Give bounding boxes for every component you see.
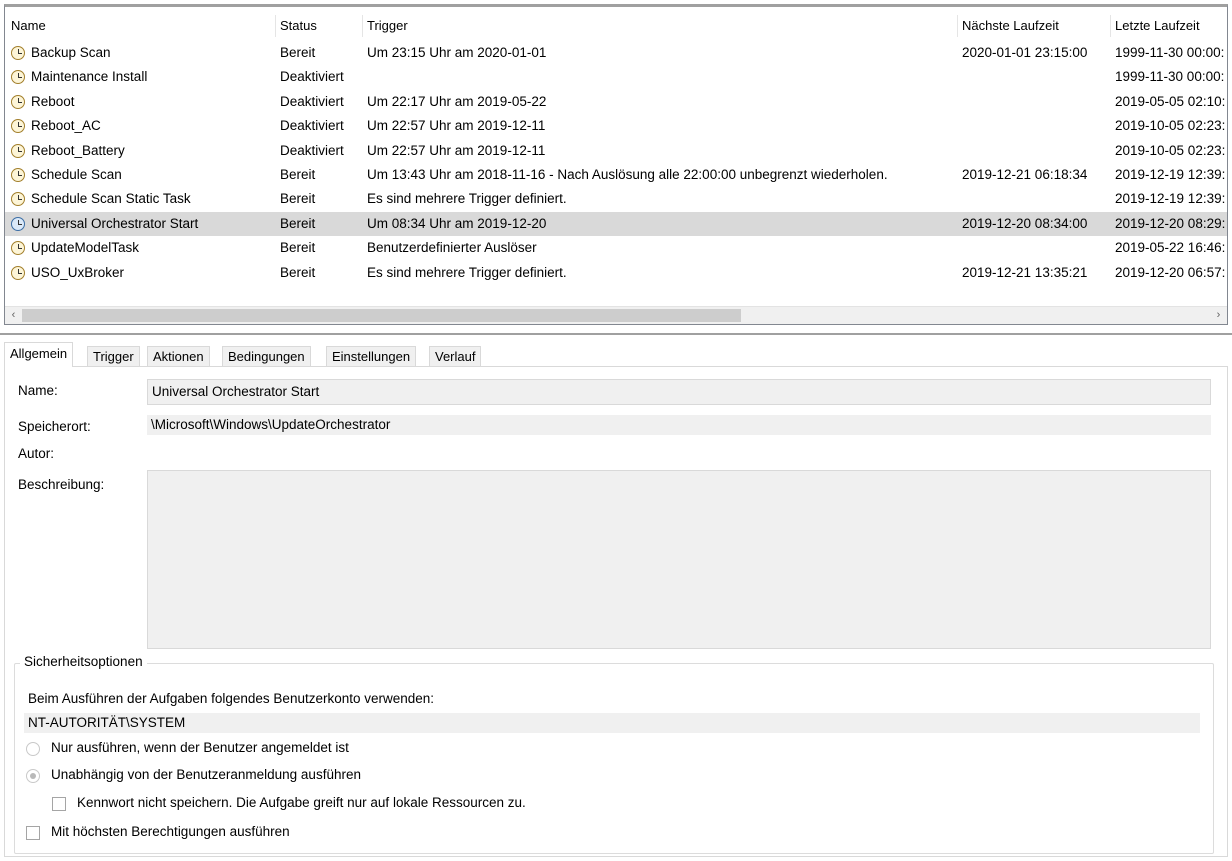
task-next-run xyxy=(958,90,1111,114)
task-next-run: 2019-12-21 06:18:34 xyxy=(962,166,1088,182)
checkbox-no-password-label[interactable]: Kennwort nicht speichern. Die Aufgabe gr… xyxy=(77,795,526,810)
detail-tabs: Allgemein Trigger Aktionen Bedingungen E… xyxy=(4,342,1228,367)
column-header-status[interactable]: Status xyxy=(276,15,363,37)
task-next-run: 2020-01-01 23:15:00 xyxy=(962,45,1088,60)
task-rows: Backup Scan Bereit Um 23:15 Uhr am 2020-01… xyxy=(5,41,1227,285)
checkbox-highest-privileges[interactable] xyxy=(26,826,40,840)
location-field[interactable]: \Microsoft\Windows\UpdateOrchestrator xyxy=(147,415,1211,435)
task-row[interactable]: Backup Scan Bereit Um 23:15 Uhr am 2020-01… xyxy=(5,41,1227,65)
author-label: Autor: xyxy=(18,446,55,461)
task-row[interactable]: UpdateModelTask Bereit Benutzerdefinierter… xyxy=(5,236,1227,260)
description-label: Beschreibung: xyxy=(18,477,105,492)
name-field[interactable]: Universal Orchestrator Start xyxy=(147,379,1211,405)
task-row[interactable]: Reboot_Battery Deaktiviert Um 22:57 Uhr am… xyxy=(5,139,1227,163)
task-name: Reboot_AC xyxy=(31,118,101,134)
task-last-run: 1999-11-30 00:00: xyxy=(1115,69,1225,85)
task-status: Bereit xyxy=(280,166,316,182)
tab-aktionen[interactable]: Aktionen xyxy=(147,346,210,367)
task-status: Bereit xyxy=(280,215,316,231)
task-row[interactable]: Schedule Scan Static Task Bereit Es sind m… xyxy=(5,187,1227,211)
task-last-run: 2019-12-20 06:57: xyxy=(1115,264,1226,280)
task-name: Maintenance Install xyxy=(31,69,148,85)
radio-run-independent-label[interactable]: Unabhängig von der Benutzeranmeldung aus… xyxy=(51,767,361,782)
task-trigger xyxy=(363,65,958,89)
account-label: Beim Ausführen der Aufgaben folgendes Be… xyxy=(28,691,435,706)
task-last-run: 2019-12-20 08:29: xyxy=(1115,215,1226,231)
task-last-run: 2019-05-22 16:46: xyxy=(1115,240,1226,256)
task-trigger: Um 23:15 Uhr am 2020-01-01 xyxy=(367,45,547,60)
task-name: Schedule Scan xyxy=(31,166,122,182)
scroll-left-icon[interactable]: ‹ xyxy=(5,307,22,324)
tab-allgemein[interactable]: Allgemein xyxy=(4,342,74,367)
tab-trigger[interactable]: Trigger xyxy=(87,346,140,367)
task-next-run xyxy=(958,65,1111,89)
task-status: Deaktiviert xyxy=(280,118,344,134)
task-name: Reboot_Battery xyxy=(31,142,125,158)
task-trigger: Benutzerdefinierter Auslöser xyxy=(367,240,537,256)
task-next-run: 2019-12-21 13:35:21 xyxy=(962,264,1088,280)
tab-bedingungen[interactable]: Bedingungen xyxy=(222,346,311,367)
description-textarea[interactable] xyxy=(147,470,1211,649)
task-status: Bereit xyxy=(280,264,316,280)
radio-run-logged-on[interactable] xyxy=(26,742,40,756)
task-last-run: 2019-10-05 02:23: xyxy=(1115,118,1226,134)
task-row[interactable]: Reboot Deaktiviert Um 22:17 Uhr am 2019-05… xyxy=(5,90,1227,114)
task-name: Backup Scan xyxy=(31,45,111,60)
radio-run-independent[interactable] xyxy=(26,769,40,783)
task-trigger: Um 08:34 Uhr am 2019-12-20 xyxy=(367,215,547,231)
pane-splitter[interactable] xyxy=(0,333,1232,335)
task-name: USO_UxBroker xyxy=(31,264,125,280)
task-trigger: Um 13:43 Uhr am 2018-11-16 - Nach Auslös… xyxy=(367,166,888,182)
task-status: Bereit xyxy=(280,191,316,207)
task-trigger: Um 22:17 Uhr am 2019-05-22 xyxy=(367,93,547,109)
task-status: Deaktiviert xyxy=(280,69,344,85)
task-next-run xyxy=(958,187,1111,211)
task-last-run: 2019-05-05 02:10: xyxy=(1115,93,1226,109)
task-name: Reboot xyxy=(31,93,75,109)
task-next-run xyxy=(958,114,1111,138)
name-label: Name: xyxy=(18,383,58,398)
task-last-run: 1999-11-30 00:00: xyxy=(1115,45,1225,60)
task-status: Bereit xyxy=(280,45,316,60)
task-trigger: Um 22:57 Uhr am 2019-12-11 xyxy=(367,142,546,158)
checkbox-highest-privileges-label[interactable]: Mit höchsten Berechtigungen ausführen xyxy=(51,824,290,839)
task-last-run: 2019-12-19 12:39: xyxy=(1115,166,1226,182)
scroll-right-icon[interactable]: › xyxy=(1210,307,1227,324)
task-next-run xyxy=(958,236,1111,260)
task-row[interactable]: Schedule Scan Bereit Um 13:43 Uhr am 2018-… xyxy=(5,163,1227,187)
task-row[interactable]: Universal Orchestrator Start Bereit Um 08:… xyxy=(5,211,1227,237)
column-header-trigger[interactable]: Trigger xyxy=(363,15,958,37)
checkbox-no-password[interactable] xyxy=(52,797,66,811)
task-row[interactable]: USO_UxBroker Bereit Es sind mehrere Trigge… xyxy=(5,261,1227,285)
task-status: Deaktiviert xyxy=(280,93,344,109)
column-header-last-run[interactable]: Letzte Laufzeit xyxy=(1111,15,1227,37)
location-label: Speicherort: xyxy=(18,419,91,434)
task-trigger: Es sind mehrere Trigger definiert. xyxy=(367,264,567,280)
account-field[interactable]: NT-AUTORITÄT\SYSTEM xyxy=(24,713,1200,733)
task-name: Schedule Scan Static Task xyxy=(31,191,191,207)
column-header-name[interactable]: Name xyxy=(7,15,276,37)
task-row[interactable]: Reboot_AC Deaktiviert Um 22:57 Uhr am 2019… xyxy=(5,114,1227,138)
task-list: Name Status Trigger Nächste Laufzeit Let… xyxy=(4,4,1228,325)
radio-run-logged-on-label[interactable]: Nur ausführen, wenn der Benutzer angemel… xyxy=(51,740,349,755)
task-status: Bereit xyxy=(280,240,316,256)
scrollbar-thumb[interactable] xyxy=(22,309,741,322)
task-list-header: Name Status Trigger Nächste Laufzeit Let… xyxy=(5,15,1227,37)
tab-verlauf[interactable]: Verlauf xyxy=(429,346,482,367)
task-row[interactable]: Maintenance Install Deaktiviert 1999-11-30… xyxy=(5,65,1227,89)
task-status: Deaktiviert xyxy=(280,142,344,158)
task-trigger: Es sind mehrere Trigger definiert. xyxy=(367,191,567,207)
task-trigger: Um 22:57 Uhr am 2019-12-11 xyxy=(367,118,546,134)
task-name: UpdateModelTask xyxy=(31,240,140,256)
horizontal-scrollbar[interactable]: ‹ › xyxy=(5,306,1227,324)
security-options-title: Sicherheitsoptionen xyxy=(20,654,147,669)
task-last-run: 2019-10-05 02:23: xyxy=(1115,142,1226,158)
task-next-run xyxy=(958,139,1111,163)
task-next-run: 2019-12-20 08:34:00 xyxy=(962,215,1088,231)
task-last-run: 2019-12-19 12:39: xyxy=(1115,191,1226,207)
tab-einstellungen[interactable]: Einstellungen xyxy=(326,346,417,367)
column-header-next-run[interactable]: Nächste Laufzeit xyxy=(958,15,1111,37)
task-name: Universal Orchestrator Start xyxy=(31,215,199,231)
